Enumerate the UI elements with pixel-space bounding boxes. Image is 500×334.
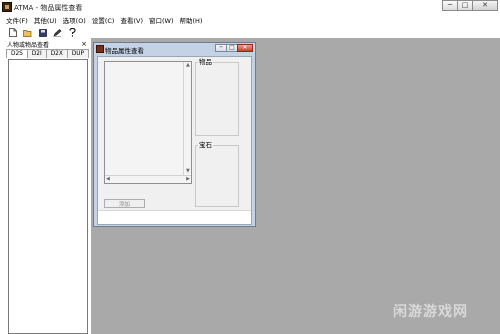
menu-other[interactable]: 其他(U) <box>31 16 60 27</box>
gems-group: 宝石 <box>195 141 239 207</box>
app-icon <box>2 2 12 12</box>
horizontal-scrollbar[interactable]: ◀ ▶ <box>105 175 191 183</box>
items-label: 物品 <box>198 58 213 66</box>
menu-options[interactable]: 选项(O) <box>60 16 89 27</box>
edit-icon[interactable] <box>53 28 62 37</box>
tab-d2s[interactable]: D2S <box>6 49 28 58</box>
new-file-icon[interactable] <box>8 28 17 37</box>
help-icon[interactable] <box>68 28 77 37</box>
menu-view[interactable]: 查看(V) <box>117 16 146 27</box>
toolbar <box>0 27 500 38</box>
scroll-right-icon[interactable]: ▶ <box>186 177 190 182</box>
vertical-scrollbar[interactable]: ▲ ▼ <box>183 62 191 175</box>
menu-window[interactable]: 窗口(W) <box>146 16 177 27</box>
child-title: 物品属性查看 <box>105 47 144 55</box>
tab-dup[interactable]: DUP <box>66 49 90 58</box>
menu-file[interactable]: 文件(F) <box>0 16 31 27</box>
side-panel: 人物或物品查看 × D2S D2I D2X DUP <box>4 40 90 334</box>
side-panel-title: 人物或物品查看 <box>7 42 50 49</box>
close-button[interactable]: ✕ <box>472 0 498 11</box>
child-client-area: ▲ ▼ ◀ ▶ 物品 宝石 添加 <box>97 56 252 225</box>
menu-help[interactable]: 帮助(H) <box>177 16 206 27</box>
side-panel-close-icon[interactable]: × <box>81 41 87 48</box>
scroll-up-icon[interactable]: ▲ <box>186 63 190 68</box>
open-folder-icon[interactable] <box>23 28 32 37</box>
app-title-bar[interactable]: ATMA - 物品属性查看 ─ □ ✕ <box>0 0 500 16</box>
item-grid[interactable]: ▲ ▼ ◀ ▶ <box>104 61 192 184</box>
child-title-bar[interactable]: 物品属性查看 ─ □ ✕ <box>94 43 255 56</box>
menu-bar: 文件(F) 其他(U) 选项(O) 设置(C) 查看(V) 窗口(W) 帮助(H… <box>0 16 500 27</box>
tab-d2x[interactable]: D2X <box>45 49 68 58</box>
scroll-left-icon[interactable]: ◀ <box>106 177 110 182</box>
child-close-button[interactable]: ✕ <box>237 44 253 52</box>
tab-d2i[interactable]: D2I <box>26 49 47 58</box>
save-icon[interactable] <box>38 28 47 37</box>
child-app-icon <box>96 45 104 53</box>
maximize-button[interactable]: □ <box>457 0 473 11</box>
scroll-down-icon[interactable]: ▼ <box>186 169 190 174</box>
items-group: 物品 <box>195 58 239 136</box>
gems-label: 宝石 <box>198 141 213 149</box>
add-button[interactable]: 添加 <box>104 199 145 208</box>
menu-settings[interactable]: 设置(C) <box>89 16 118 27</box>
item-properties-window[interactable]: 物品属性查看 ─ □ ✕ ▲ ▼ ◀ ▶ 物品 宝石 添加 <box>93 42 256 227</box>
file-list[interactable] <box>8 59 88 334</box>
app-title: ATMA - 物品属性查看 <box>14 4 83 12</box>
minimize-button[interactable]: ─ <box>442 0 458 11</box>
watermark-text: 闲游游戏网 <box>393 304 468 320</box>
child-status-area <box>98 210 251 224</box>
